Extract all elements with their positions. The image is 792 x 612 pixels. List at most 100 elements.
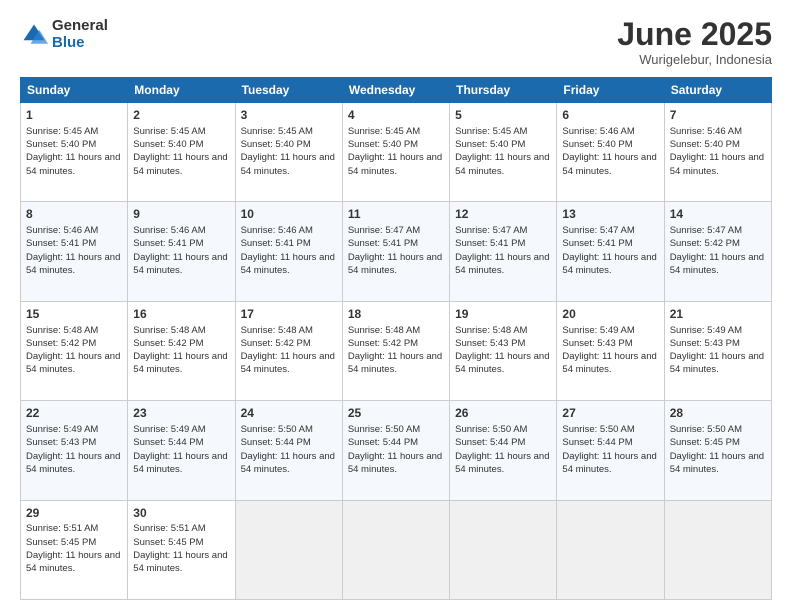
calendar-week-row: 22Sunrise: 5:49 AMSunset: 5:43 PMDayligh…	[21, 401, 772, 500]
day-info: Sunrise: 5:48 AMSunset: 5:42 PMDaylight:…	[133, 324, 229, 377]
calendar-cell: 29Sunrise: 5:51 AMSunset: 5:45 PMDayligh…	[21, 500, 128, 599]
day-info: Sunrise: 5:50 AMSunset: 5:44 PMDaylight:…	[348, 423, 444, 476]
calendar-table: SundayMondayTuesdayWednesdayThursdayFrid…	[20, 77, 772, 600]
day-info: Sunrise: 5:46 AMSunset: 5:40 PMDaylight:…	[562, 125, 658, 178]
calendar-week-row: 15Sunrise: 5:48 AMSunset: 5:42 PMDayligh…	[21, 301, 772, 400]
day-number: 14	[670, 206, 766, 223]
day-number: 10	[241, 206, 337, 223]
day-number: 19	[455, 306, 551, 323]
calendar-cell: 12Sunrise: 5:47 AMSunset: 5:41 PMDayligh…	[450, 202, 557, 301]
calendar-cell	[557, 500, 664, 599]
logo: General Blue	[20, 18, 108, 51]
weekday-header: Wednesday	[342, 78, 449, 103]
calendar-cell: 21Sunrise: 5:49 AMSunset: 5:43 PMDayligh…	[664, 301, 771, 400]
calendar-cell: 13Sunrise: 5:47 AMSunset: 5:41 PMDayligh…	[557, 202, 664, 301]
calendar-cell	[664, 500, 771, 599]
calendar-cell: 4Sunrise: 5:45 AMSunset: 5:40 PMDaylight…	[342, 103, 449, 202]
day-number: 13	[562, 206, 658, 223]
calendar-cell: 14Sunrise: 5:47 AMSunset: 5:42 PMDayligh…	[664, 202, 771, 301]
calendar-cell: 17Sunrise: 5:48 AMSunset: 5:42 PMDayligh…	[235, 301, 342, 400]
calendar-cell	[450, 500, 557, 599]
calendar-cell: 3Sunrise: 5:45 AMSunset: 5:40 PMDaylight…	[235, 103, 342, 202]
day-info: Sunrise: 5:46 AMSunset: 5:41 PMDaylight:…	[133, 224, 229, 277]
day-info: Sunrise: 5:46 AMSunset: 5:40 PMDaylight:…	[670, 125, 766, 178]
calendar-cell: 15Sunrise: 5:48 AMSunset: 5:42 PMDayligh…	[21, 301, 128, 400]
calendar-cell: 26Sunrise: 5:50 AMSunset: 5:44 PMDayligh…	[450, 401, 557, 500]
weekday-header: Thursday	[450, 78, 557, 103]
day-number: 24	[241, 405, 337, 422]
day-info: Sunrise: 5:50 AMSunset: 5:45 PMDaylight:…	[670, 423, 766, 476]
title-block: June 2025 Wurigelebur, Indonesia	[617, 18, 772, 67]
day-number: 23	[133, 405, 229, 422]
calendar-header-row: SundayMondayTuesdayWednesdayThursdayFrid…	[21, 78, 772, 103]
day-info: Sunrise: 5:45 AMSunset: 5:40 PMDaylight:…	[455, 125, 551, 178]
calendar-cell	[342, 500, 449, 599]
logo-text: General Blue	[52, 18, 108, 51]
day-info: Sunrise: 5:46 AMSunset: 5:41 PMDaylight:…	[26, 224, 122, 277]
day-info: Sunrise: 5:49 AMSunset: 5:43 PMDaylight:…	[26, 423, 122, 476]
day-info: Sunrise: 5:47 AMSunset: 5:41 PMDaylight:…	[562, 224, 658, 277]
day-info: Sunrise: 5:45 AMSunset: 5:40 PMDaylight:…	[348, 125, 444, 178]
day-number: 5	[455, 107, 551, 124]
day-info: Sunrise: 5:49 AMSunset: 5:43 PMDaylight:…	[562, 324, 658, 377]
logo-icon	[20, 21, 48, 49]
day-info: Sunrise: 5:49 AMSunset: 5:43 PMDaylight:…	[670, 324, 766, 377]
page: General Blue June 2025 Wurigelebur, Indo…	[0, 0, 792, 612]
day-number: 3	[241, 107, 337, 124]
calendar-cell: 18Sunrise: 5:48 AMSunset: 5:42 PMDayligh…	[342, 301, 449, 400]
calendar-cell: 1Sunrise: 5:45 AMSunset: 5:40 PMDaylight…	[21, 103, 128, 202]
day-info: Sunrise: 5:50 AMSunset: 5:44 PMDaylight:…	[455, 423, 551, 476]
day-number: 11	[348, 206, 444, 223]
calendar-cell: 10Sunrise: 5:46 AMSunset: 5:41 PMDayligh…	[235, 202, 342, 301]
day-number: 20	[562, 306, 658, 323]
day-number: 17	[241, 306, 337, 323]
calendar-cell	[235, 500, 342, 599]
calendar-cell: 28Sunrise: 5:50 AMSunset: 5:45 PMDayligh…	[664, 401, 771, 500]
day-number: 15	[26, 306, 122, 323]
calendar-week-row: 1 Sunrise: 5:45 AMSunset: 5:40 PMDaylight…	[21, 103, 772, 202]
day-number: 28	[670, 405, 766, 422]
weekday-header: Monday	[128, 78, 235, 103]
day-info: Sunrise: 5:48 AMSunset: 5:42 PMDaylight:…	[26, 324, 122, 377]
calendar-cell: 24Sunrise: 5:50 AMSunset: 5:44 PMDayligh…	[235, 401, 342, 500]
calendar-cell: 23Sunrise: 5:49 AMSunset: 5:44 PMDayligh…	[128, 401, 235, 500]
calendar-cell: 16Sunrise: 5:48 AMSunset: 5:42 PMDayligh…	[128, 301, 235, 400]
day-number: 4	[348, 107, 444, 124]
day-number: 30	[133, 505, 229, 522]
day-number: 27	[562, 405, 658, 422]
calendar-cell: 20Sunrise: 5:49 AMSunset: 5:43 PMDayligh…	[557, 301, 664, 400]
weekday-header: Friday	[557, 78, 664, 103]
day-number: 16	[133, 306, 229, 323]
day-number: 22	[26, 405, 122, 422]
calendar-cell: 19Sunrise: 5:48 AMSunset: 5:43 PMDayligh…	[450, 301, 557, 400]
calendar-cell: 2Sunrise: 5:45 AMSunset: 5:40 PMDaylight…	[128, 103, 235, 202]
header: General Blue June 2025 Wurigelebur, Indo…	[20, 18, 772, 67]
weekday-header: Tuesday	[235, 78, 342, 103]
day-info: Sunrise: 5:48 AMSunset: 5:42 PMDaylight:…	[348, 324, 444, 377]
calendar-cell: 5Sunrise: 5:45 AMSunset: 5:40 PMDaylight…	[450, 103, 557, 202]
day-info: Sunrise: 5:45 AMSunset: 5:40 PMDaylight:…	[133, 125, 229, 178]
calendar-cell: 11Sunrise: 5:47 AMSunset: 5:41 PMDayligh…	[342, 202, 449, 301]
weekday-header: Sunday	[21, 78, 128, 103]
day-number: 9	[133, 206, 229, 223]
calendar-cell: 9Sunrise: 5:46 AMSunset: 5:41 PMDaylight…	[128, 202, 235, 301]
day-number: 7	[670, 107, 766, 124]
logo-general-text: General	[52, 18, 108, 35]
title-location: Wurigelebur, Indonesia	[617, 52, 772, 67]
day-number: 6	[562, 107, 658, 124]
day-number: 25	[348, 405, 444, 422]
day-info: Sunrise: 5:51 AMSunset: 5:45 PMDaylight:…	[133, 522, 229, 575]
day-info: Sunrise: 5:45 AMSunset: 5:40 PMDaylight:…	[241, 125, 337, 178]
calendar-cell: 7Sunrise: 5:46 AMSunset: 5:40 PMDaylight…	[664, 103, 771, 202]
weekday-header: Saturday	[664, 78, 771, 103]
day-info: Sunrise: 5:48 AMSunset: 5:43 PMDaylight:…	[455, 324, 551, 377]
calendar-cell: 27Sunrise: 5:50 AMSunset: 5:44 PMDayligh…	[557, 401, 664, 500]
day-info: Sunrise: 5:49 AMSunset: 5:44 PMDaylight:…	[133, 423, 229, 476]
day-info: Sunrise: 5:50 AMSunset: 5:44 PMDaylight:…	[241, 423, 337, 476]
day-info: Sunrise: 5:50 AMSunset: 5:44 PMDaylight:…	[562, 423, 658, 476]
day-info: Sunrise: 5:46 AMSunset: 5:41 PMDaylight:…	[241, 224, 337, 277]
day-number: 12	[455, 206, 551, 223]
logo-blue-text: Blue	[52, 35, 108, 52]
day-number: 1	[26, 107, 122, 124]
day-number: 8	[26, 206, 122, 223]
